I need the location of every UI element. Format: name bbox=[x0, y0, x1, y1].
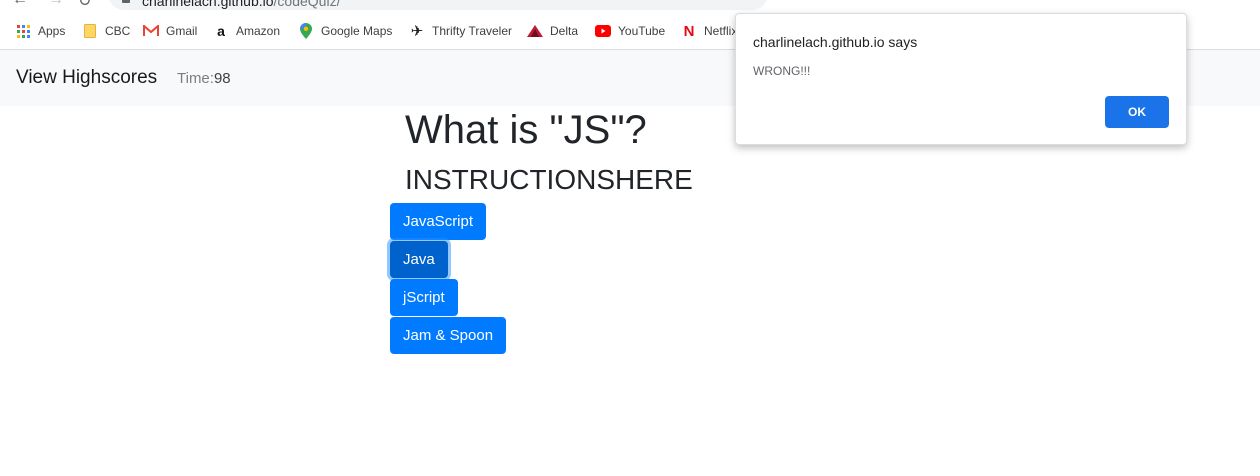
bookmark-label: Apps bbox=[38, 24, 66, 38]
url-host: charlinelach.github.io bbox=[142, 0, 274, 9]
delta-icon bbox=[527, 23, 543, 39]
bookmark-apps[interactable]: Apps bbox=[15, 22, 65, 40]
timer: Time:98 bbox=[177, 70, 231, 87]
bookmark-label: Google Maps bbox=[321, 24, 393, 38]
bookmark-label: Netflix bbox=[704, 24, 738, 38]
bookmark-label: YouTube bbox=[618, 24, 666, 38]
instructions-heading: INSTRUCTIONSHERE bbox=[405, 164, 693, 195]
netflix-icon: N bbox=[683, 22, 695, 40]
bookmark-label: Gmail bbox=[166, 24, 198, 38]
address-url: charlinelach.github.io/codeQuiz/ bbox=[142, 0, 340, 9]
alert-dialog: charlinelach.github.io says WRONG!!! OK bbox=[735, 13, 1187, 145]
dialog-message: WRONG!!! bbox=[753, 64, 811, 78]
airplane-icon: ✈ bbox=[410, 23, 424, 40]
answer-button-jscript[interactable]: jScript bbox=[390, 279, 458, 316]
bookmark-youtube[interactable]: YouTube bbox=[595, 22, 665, 40]
view-highscores-link[interactable]: View Highscores bbox=[16, 67, 157, 89]
folder-icon bbox=[82, 23, 98, 39]
browser-toolbar: ← → ↻ charlinelach.github.io/codeQuiz/ bbox=[0, 0, 1260, 12]
amazon-icon: a bbox=[217, 23, 225, 39]
address-bar[interactable]: charlinelach.github.io/codeQuiz/ bbox=[108, 0, 768, 10]
back-arrow-icon[interactable]: ← bbox=[12, 0, 28, 9]
answer-button-java[interactable]: Java bbox=[390, 241, 448, 278]
bookmark-cbc[interactable]: CBC bbox=[82, 22, 130, 40]
question-title: What is "JS"? bbox=[405, 108, 647, 152]
apps-grid-icon bbox=[15, 23, 31, 39]
reload-icon[interactable]: ↻ bbox=[78, 0, 91, 11]
bookmark-thrifty-traveler[interactable]: ✈ Thrifty Traveler bbox=[409, 22, 512, 40]
bookmark-netflix[interactable]: N Netflix bbox=[681, 22, 738, 40]
bookmark-label: Delta bbox=[550, 24, 579, 38]
answer-button-jam-spoon[interactable]: Jam & Spoon bbox=[390, 317, 507, 354]
map-pin-icon bbox=[298, 23, 314, 39]
bookmark-delta[interactable]: Delta bbox=[527, 22, 578, 40]
dialog-ok-button[interactable]: OK bbox=[1105, 96, 1169, 128]
gmail-icon bbox=[143, 23, 159, 39]
answer-button-javascript[interactable]: JavaScript bbox=[390, 203, 487, 240]
timer-label: Time: bbox=[177, 70, 214, 87]
bookmark-gmail[interactable]: Gmail bbox=[143, 22, 197, 40]
url-path: /codeQuiz/ bbox=[273, 0, 341, 9]
bookmark-google-maps[interactable]: Google Maps bbox=[298, 22, 392, 40]
bookmark-label: Thrifty Traveler bbox=[432, 24, 513, 38]
forward-arrow-icon[interactable]: → bbox=[48, 0, 64, 9]
timer-value: 98 bbox=[213, 70, 231, 87]
bookmark-amazon[interactable]: a Amazon bbox=[213, 22, 280, 40]
youtube-icon bbox=[595, 23, 611, 39]
dialog-title: charlinelach.github.io says bbox=[753, 34, 918, 50]
lock-icon bbox=[122, 0, 130, 3]
bookmark-label: Amazon bbox=[236, 24, 281, 38]
bookmark-label: CBC bbox=[105, 24, 131, 38]
